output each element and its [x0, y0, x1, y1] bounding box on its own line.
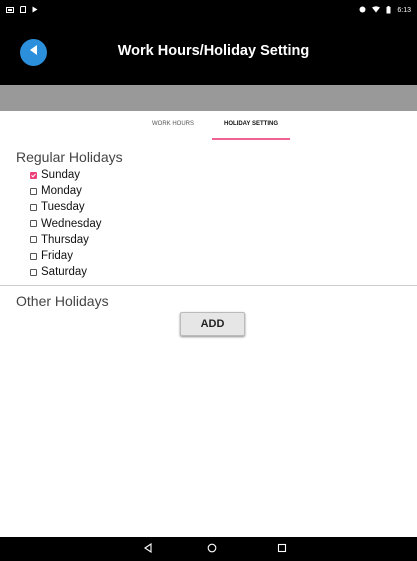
day-label: Wednesday [41, 217, 102, 230]
day-label: Friday [41, 250, 73, 263]
add-holiday-button[interactable]: ADD [180, 312, 245, 336]
day-item-sunday[interactable]: Sunday [30, 167, 102, 183]
nav-recent-button[interactable] [274, 541, 290, 557]
section-divider [0, 285, 417, 286]
checkbox-icon[interactable] [30, 220, 37, 228]
day-label: Monday [41, 185, 82, 198]
tab-indicator [212, 138, 290, 140]
checkbox-icon[interactable] [30, 203, 37, 211]
nav-home-icon [207, 540, 217, 558]
back-button[interactable] [20, 39, 47, 66]
status-time: 6:13 [397, 7, 411, 14]
nav-back-button[interactable] [140, 541, 156, 557]
play-store-icon [32, 6, 38, 15]
status-left-icons [6, 6, 38, 15]
tab-work-hours[interactable]: WORK HOURS [143, 121, 203, 127]
day-item-tuesday[interactable]: Tuesday [30, 199, 102, 215]
checkbox-icon[interactable] [30, 268, 37, 276]
other-holidays-heading: Other Holidays [16, 293, 109, 309]
day-list: Sunday Monday Tuesday Wednesday Thursday… [30, 167, 102, 280]
regular-holidays-heading: Regular Holidays [16, 149, 123, 165]
battery-icon [386, 5, 391, 16]
day-item-monday[interactable]: Monday [30, 183, 102, 199]
nav-back-icon [143, 540, 153, 558]
day-label: Saturday [41, 266, 88, 279]
day-item-friday[interactable]: Friday [30, 248, 102, 264]
alarm-icon [359, 6, 366, 15]
page-title: Work Hours/Holiday Setting [117, 43, 310, 59]
checkbox-icon[interactable] [30, 252, 37, 260]
sd-card-icon [20, 6, 26, 15]
nav-home-button[interactable] [204, 541, 220, 557]
nav-recent-icon [277, 540, 287, 558]
back-arrow-icon [27, 43, 41, 62]
tab-bar: WORK HOURS HOLIDAY SETTING [0, 111, 417, 141]
checkbox-checked-icon[interactable] [30, 171, 37, 179]
app-bar: Work Hours/Holiday Setting [0, 21, 417, 85]
header-band [0, 85, 417, 111]
day-item-saturday[interactable]: Saturday [30, 264, 102, 280]
notification-icon [6, 6, 14, 15]
status-right-icons: 6:13 [359, 5, 411, 16]
checkbox-icon[interactable] [30, 187, 37, 195]
day-item-wednesday[interactable]: Wednesday [30, 216, 102, 232]
checkbox-icon[interactable] [30, 236, 37, 244]
day-item-thursday[interactable]: Thursday [30, 232, 102, 248]
tab-holiday-setting[interactable]: HOLIDAY SETTING [212, 121, 290, 127]
day-label: Tuesday [41, 201, 85, 214]
wifi-icon [372, 6, 381, 15]
status-bar: 6:13 [0, 0, 417, 21]
day-label: Sunday [41, 169, 81, 182]
day-label: Thursday [41, 233, 89, 246]
navigation-bar [0, 537, 417, 561]
